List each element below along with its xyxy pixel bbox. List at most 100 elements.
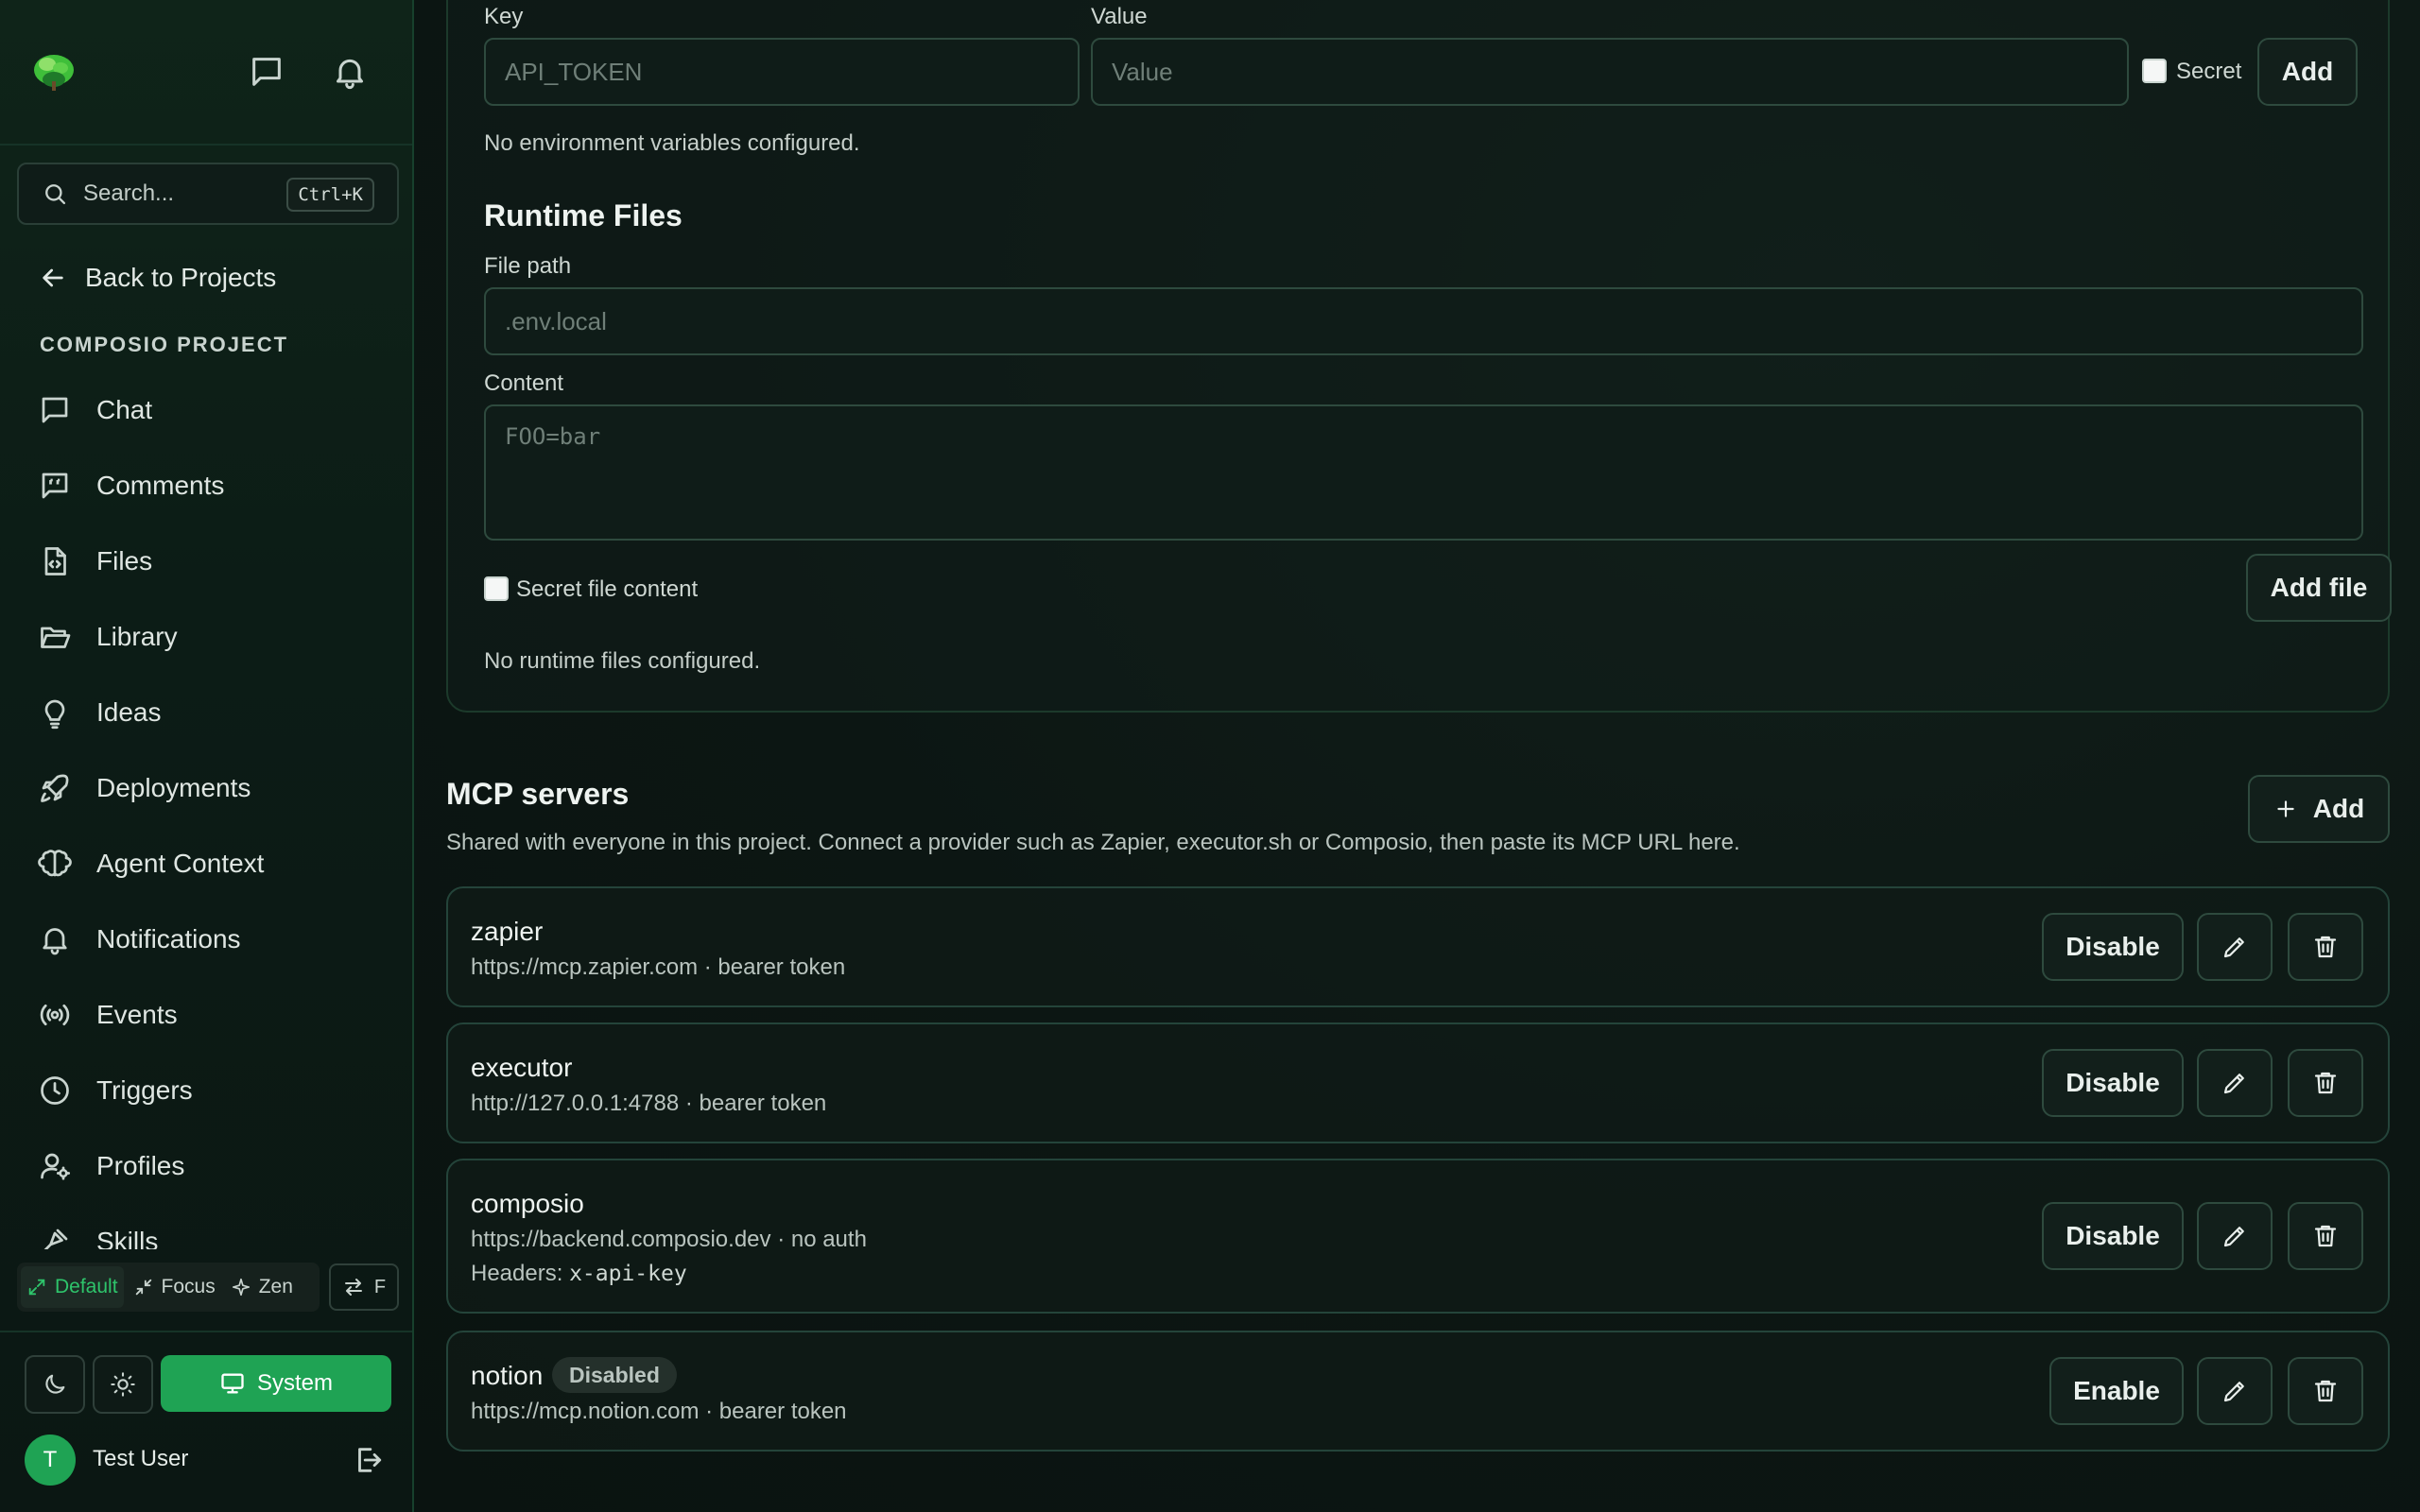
swap-layout-button[interactable]: F	[329, 1263, 399, 1311]
file-path-label: File path	[484, 253, 572, 279]
delete-button[interactable]	[2288, 913, 2363, 981]
plus-icon	[2277, 800, 2294, 817]
server-name: notion	[471, 1361, 544, 1390]
sidebar-item-chat[interactable]: Chat	[38, 382, 397, 438]
sidebar-item-label: Skills	[96, 1227, 159, 1249]
edit-button[interactable]	[2197, 913, 2273, 981]
rocket-icon	[41, 774, 69, 802]
logout-icon[interactable]	[352, 1444, 384, 1476]
sidebar-item-label: Ideas	[96, 697, 162, 727]
sidebar-item-label: Agent Context	[96, 849, 265, 878]
value-input[interactable]: Value	[1091, 38, 2129, 106]
search-input[interactable]: Search... Ctrl+K	[17, 163, 399, 225]
folder-open-icon	[41, 627, 71, 648]
disable-button[interactable]: Disable	[2042, 913, 2184, 981]
search-icon	[45, 184, 66, 205]
system-theme-button[interactable]: System	[161, 1355, 391, 1412]
sidebar-item-deployments[interactable]: Deployments	[38, 760, 397, 816]
sidebar-item-events[interactable]: Events	[38, 987, 397, 1043]
sidebar-item-files[interactable]: Files	[38, 533, 397, 590]
broadcast-icon	[40, 1004, 70, 1026]
server-name: composio	[471, 1189, 584, 1218]
project-section-label: COMPOSIO PROJECT	[40, 333, 289, 353]
sidebar-item-agent-context[interactable]: Agent Context	[38, 835, 397, 892]
user-gear-icon	[41, 1153, 71, 1180]
delete-button[interactable]	[2288, 1357, 2363, 1425]
mcp-servers-title: MCP servers	[446, 777, 630, 811]
edit-button[interactable]	[2197, 1357, 2273, 1425]
server-name: zapier	[471, 917, 544, 946]
trash-icon	[2314, 1072, 2337, 1094]
key-input[interactable]: API_TOKEN	[484, 38, 1080, 106]
mode-default[interactable]: Default	[21, 1266, 124, 1308]
sidebar-item-profiles[interactable]: Profiles	[38, 1138, 397, 1194]
clock-icon	[41, 1076, 69, 1105]
secret-file-checkbox[interactable]	[484, 576, 509, 601]
secret-label: Secret	[2176, 59, 2242, 84]
secret-checkbox[interactable]	[2142, 59, 2167, 83]
divider	[0, 1331, 412, 1332]
runtime-files-title: Runtime Files	[484, 198, 683, 232]
delete-button[interactable]	[2288, 1202, 2363, 1270]
sidebar-header	[0, 0, 412, 146]
collapse-icon	[135, 1279, 151, 1296]
add-file-button[interactable]: Add file	[2246, 554, 2392, 622]
sidebar-item-library[interactable]: Library	[38, 609, 397, 665]
app-logo[interactable]	[30, 49, 78, 93]
moon-icon	[45, 1374, 65, 1394]
add-mcp-label: Add	[2312, 794, 2365, 823]
light-theme-button[interactable]	[93, 1355, 153, 1414]
add-env-button[interactable]: Add	[2257, 38, 2358, 106]
system-theme-label: System	[256, 1370, 333, 1396]
chat-icon	[42, 397, 68, 423]
server-details: http://127.0.0.1:4788 · bearer token	[471, 1091, 827, 1116]
bell-icon	[43, 928, 67, 955]
disable-button[interactable]: Disable	[2042, 1202, 2184, 1270]
sidebar-item-label: Triggers	[96, 1075, 193, 1105]
swap-label: F	[373, 1276, 387, 1297]
layout-mode-switcher: Default Focus Zen	[17, 1263, 320, 1312]
skills-icon	[43, 1228, 68, 1249]
sidebar: Search... Ctrl+K Back to Projects COMPOS…	[0, 0, 414, 1512]
file-path-input[interactable]: .env.local	[484, 287, 2363, 355]
sidebar-item-label: Notifications	[96, 924, 241, 954]
main-content: Key API_TOKEN Value Value Secret Add No …	[414, 0, 2420, 1512]
server-headers: Headers: x-api-key	[471, 1261, 687, 1287]
sun-icon	[111, 1372, 135, 1397]
sidebar-item-notifications[interactable]: Notifications	[38, 911, 397, 968]
env-empty-text: No environment variables configured.	[484, 130, 860, 156]
sidebar-item-comments[interactable]: Comments	[38, 457, 397, 514]
sidebar-item-ideas[interactable]: Ideas	[38, 684, 397, 741]
mcp-server-row: executor http://127.0.0.1:4788 · bearer …	[446, 1022, 2390, 1143]
back-label: Back to Projects	[85, 263, 277, 292]
mode-zen[interactable]: Zen	[225, 1266, 299, 1308]
user-name: Test User	[93, 1446, 189, 1471]
dark-theme-button[interactable]	[25, 1355, 85, 1414]
expand-icon	[28, 1279, 45, 1296]
sidebar-item-label: Library	[96, 622, 178, 651]
monitor-icon	[221, 1373, 244, 1394]
search-placeholder: Search...	[83, 180, 175, 206]
mode-focus[interactable]: Focus	[128, 1266, 221, 1308]
messages-icon[interactable]	[248, 53, 285, 91]
bell-icon[interactable]	[331, 53, 369, 91]
arrow-left-icon	[43, 268, 63, 287]
headers-value: x-api-key	[569, 1262, 687, 1286]
content-textarea[interactable]: FOO=bar	[484, 404, 2363, 541]
edit-button[interactable]	[2197, 1202, 2273, 1270]
delete-button[interactable]	[2288, 1049, 2363, 1117]
server-details: https://backend.composio.dev · no auth	[471, 1227, 867, 1252]
pencil-icon	[2223, 937, 2244, 958]
server-details: https://mcp.notion.com · bearer token	[471, 1399, 847, 1424]
add-mcp-button[interactable]: Add	[2248, 775, 2390, 843]
mcp-server-row: zapier https://mcp.zapier.com · bearer t…	[446, 886, 2390, 1007]
sidebar-item-label: Profiles	[96, 1151, 185, 1180]
edit-button[interactable]	[2197, 1049, 2273, 1117]
status-badge: Disabled	[552, 1357, 677, 1393]
enable-button[interactable]: Enable	[2049, 1357, 2184, 1425]
back-to-projects-link[interactable]: Back to Projects	[38, 257, 276, 299]
avatar[interactable]: T	[25, 1435, 76, 1486]
disable-button[interactable]: Disable	[2042, 1049, 2184, 1117]
sidebar-item-skills[interactable]: Skills	[38, 1213, 397, 1249]
sidebar-item-triggers[interactable]: Triggers	[38, 1062, 397, 1119]
